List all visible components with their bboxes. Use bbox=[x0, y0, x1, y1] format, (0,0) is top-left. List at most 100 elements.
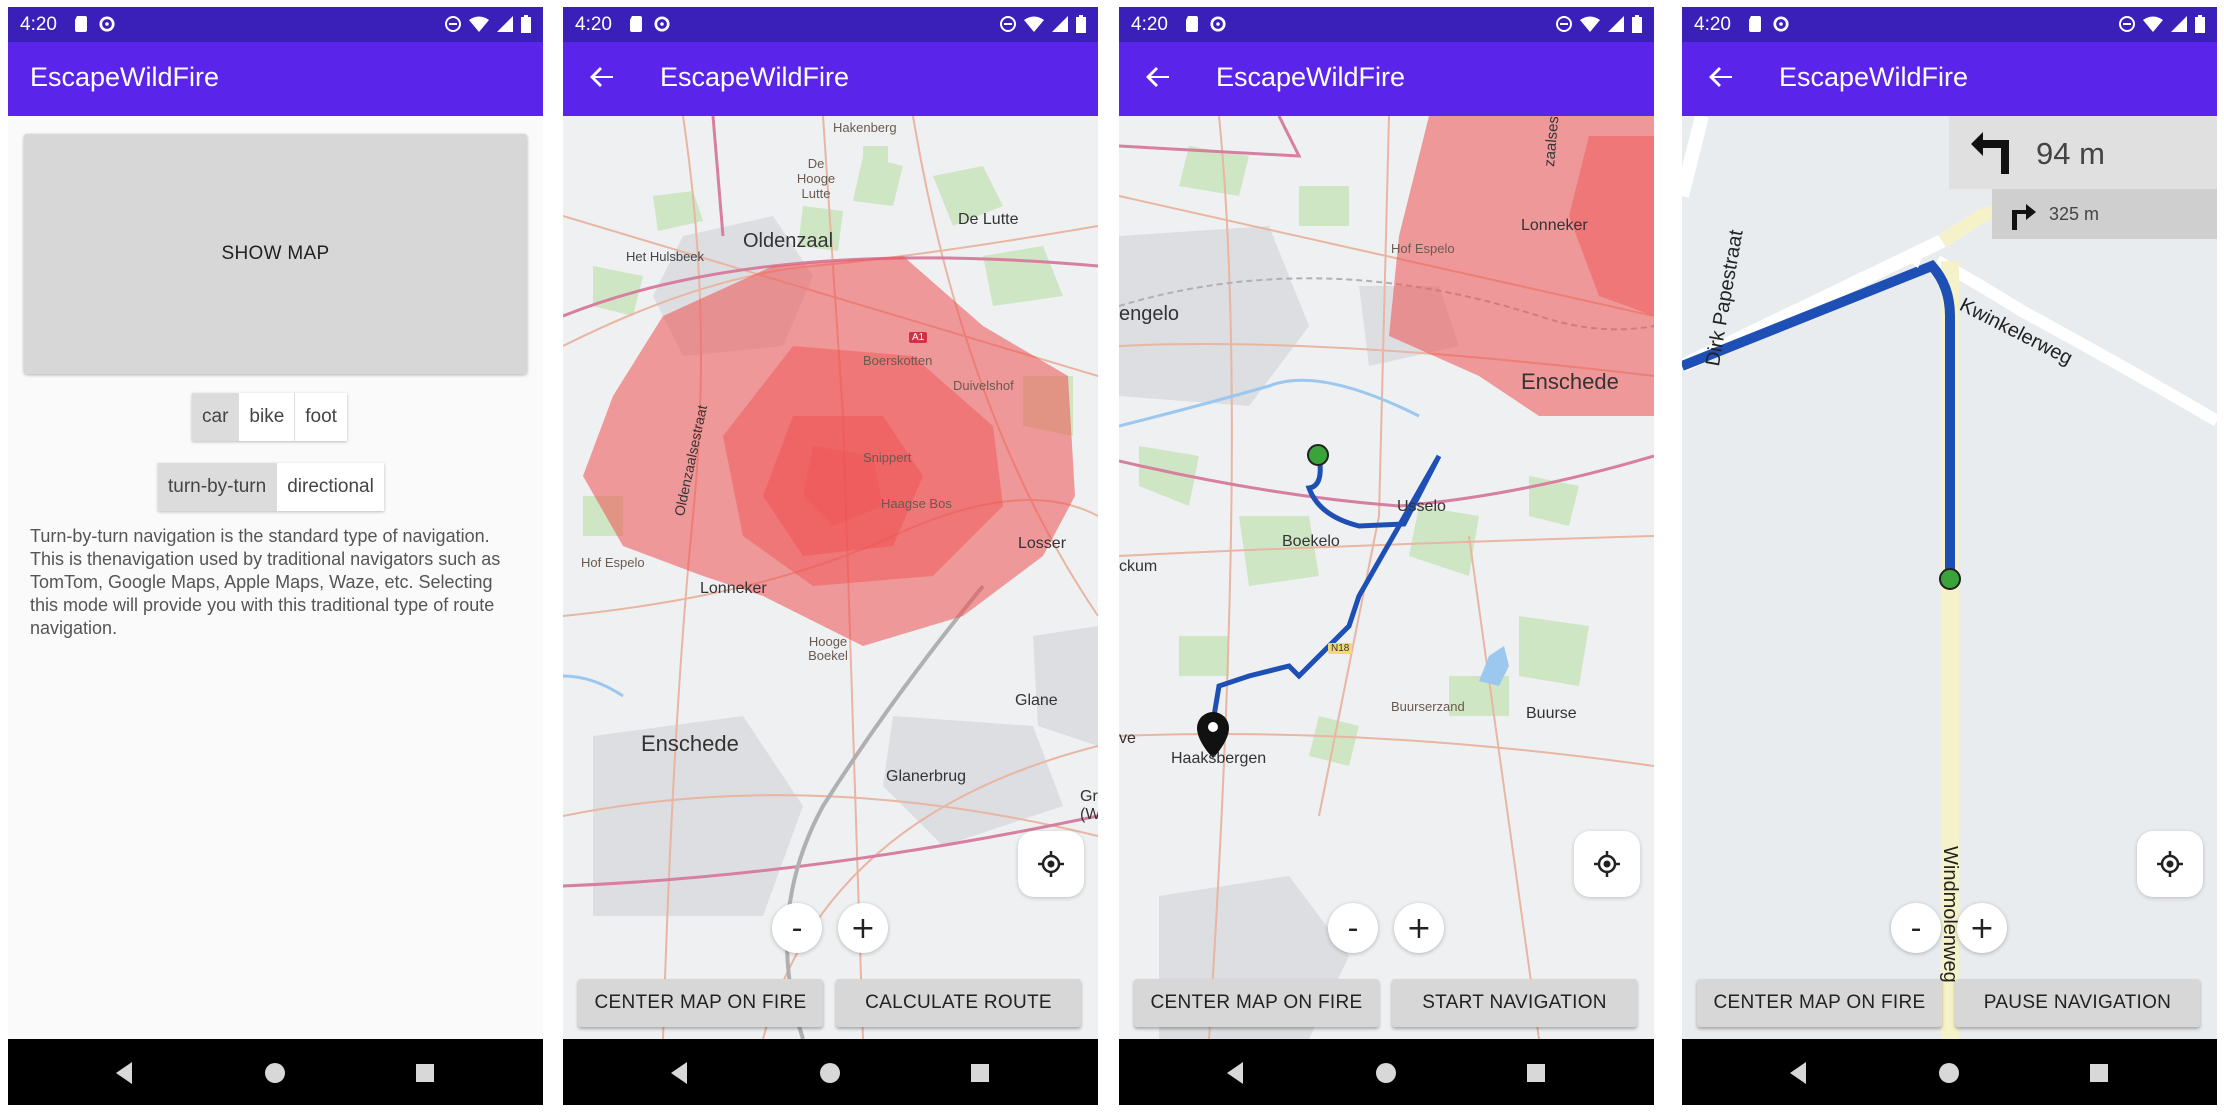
map-label-de-lutte: De Lutte bbox=[958, 211, 1019, 228]
zoom-in-button[interactable]: + bbox=[1957, 903, 2007, 953]
zoom-out-button[interactable]: - bbox=[772, 903, 822, 953]
do-not-disturb-icon bbox=[1556, 16, 1572, 32]
map-label-hengelo: engelo bbox=[1119, 303, 1180, 325]
data-saver-icon bbox=[1773, 16, 1789, 32]
app-title: EscapeWildFire bbox=[30, 62, 220, 92]
signal-icon bbox=[1608, 16, 1624, 32]
map-label-de-hooge-lutte: De Hooge Lutte bbox=[796, 156, 836, 201]
recents-nav-icon[interactable] bbox=[408, 1056, 442, 1090]
back-nav-icon[interactable] bbox=[1782, 1056, 1816, 1090]
map-label-hooge-boekel: Hooge Boekel bbox=[808, 634, 848, 663]
nav-directional-option[interactable]: directional bbox=[277, 463, 384, 511]
map-label-het-hulsbeek: Het Hulsbeek bbox=[626, 249, 705, 264]
status-bar: 4:20 bbox=[1119, 7, 1654, 42]
home-nav-icon[interactable] bbox=[813, 1056, 847, 1090]
back-arrow-icon[interactable] bbox=[587, 62, 617, 92]
system-nav-bar bbox=[1119, 1039, 1654, 1105]
recents-nav-icon[interactable] bbox=[963, 1056, 997, 1090]
current-position-marker bbox=[1939, 568, 1961, 590]
show-map-button[interactable]: SHOW MAP bbox=[24, 134, 527, 374]
pause-navigation-label: PAUSE NAVIGATION bbox=[1983, 992, 2172, 1013]
sd-card-icon bbox=[630, 16, 642, 32]
app-title: EscapeWildFire bbox=[1779, 62, 1969, 92]
center-map-on-fire-button[interactable]: CENTER MAP ON FIRE bbox=[1134, 979, 1379, 1027]
zoom-out-button[interactable]: - bbox=[1328, 903, 1378, 953]
pause-navigation-button[interactable]: PAUSE NAVIGATION bbox=[1955, 979, 2200, 1027]
home-nav-icon[interactable] bbox=[258, 1056, 292, 1090]
battery-icon bbox=[521, 15, 531, 33]
next-turn-panel: 94 m bbox=[1949, 116, 2217, 189]
phone-screen-settings: 4:20 EscapeWildFire SHOW MAP car bike fo… bbox=[8, 7, 543, 1105]
center-map-on-fire-label: CENTER MAP ON FIRE bbox=[1150, 992, 1363, 1013]
route-line bbox=[1211, 454, 1442, 717]
my-location-button[interactable] bbox=[2137, 831, 2203, 897]
my-location-button[interactable] bbox=[1574, 831, 1640, 897]
map-label-buurse: Buurse bbox=[1526, 705, 1577, 722]
route-start-marker bbox=[1307, 444, 1329, 466]
zoom-in-button[interactable]: + bbox=[838, 903, 888, 953]
map-label-hof-espelo: Hof Espelo bbox=[581, 555, 645, 570]
signal-icon bbox=[2171, 16, 2187, 32]
map-label-ckum: ckum bbox=[1119, 558, 1158, 575]
map-label-hakenberg: Hakenberg bbox=[833, 120, 897, 135]
recents-nav-icon[interactable] bbox=[2082, 1056, 2116, 1090]
map-label-boerskotten: Boerskotten bbox=[863, 353, 933, 368]
map-label-gronau: Gr (Wes bbox=[1080, 788, 1098, 823]
sd-card-icon bbox=[1749, 16, 1761, 32]
map-river bbox=[563, 674, 624, 698]
phone-screen-navigation: 4:20 EscapeWildFire 94 m 325 m Dirk Pape… bbox=[1682, 7, 2217, 1105]
home-nav-icon[interactable] bbox=[1369, 1056, 1403, 1090]
zoom-in-button[interactable]: + bbox=[1394, 903, 1444, 953]
transport-foot-option[interactable]: foot bbox=[295, 393, 347, 441]
map-label-usselo: Usselo bbox=[1397, 498, 1446, 515]
app-title: EscapeWildFire bbox=[660, 62, 850, 92]
back-nav-icon[interactable] bbox=[1219, 1056, 1253, 1090]
map-label-hof-espelo: Hof Espelo bbox=[1391, 241, 1455, 256]
do-not-disturb-icon bbox=[2119, 16, 2135, 32]
map-label-buurserzand: Buurserzand bbox=[1391, 699, 1465, 714]
back-arrow-icon[interactable] bbox=[1706, 62, 1736, 92]
battery-icon bbox=[1076, 15, 1086, 33]
home-nav-icon[interactable] bbox=[1932, 1056, 1966, 1090]
map-label-enschede: Enschede bbox=[1521, 369, 1619, 394]
back-nav-icon[interactable] bbox=[108, 1056, 142, 1090]
calculate-route-button[interactable]: CALCULATE ROUTE bbox=[836, 979, 1081, 1027]
crosshair-icon bbox=[1038, 851, 1064, 877]
center-map-on-fire-button[interactable]: CENTER MAP ON FIRE bbox=[1697, 979, 1942, 1027]
map-view[interactable]: 94 m 325 m Dirk Papestraat Kwinkelerweg … bbox=[1682, 116, 2217, 1039]
status-time: 4:20 bbox=[575, 14, 612, 35]
map-label-glane: Glane bbox=[1015, 692, 1058, 709]
map-label-lonneker: Lonneker bbox=[700, 580, 767, 597]
nav-turn-by-turn-option[interactable]: turn-by-turn bbox=[158, 463, 278, 511]
transport-car-option[interactable]: car bbox=[192, 393, 240, 441]
map-view[interactable]: zaalsestraat Lonneker Hof Espelo engelo … bbox=[1119, 116, 1654, 1039]
do-not-disturb-icon bbox=[1000, 16, 1016, 32]
status-bar: 4:20 bbox=[563, 7, 1098, 42]
my-location-button[interactable] bbox=[1018, 831, 1084, 897]
map-label-lonneker: Lonneker bbox=[1521, 217, 1588, 234]
next-turn-distance: 94 m bbox=[2036, 136, 2105, 171]
phone-screen-route-map: 4:20 EscapeWildFire zaalsestraat Lonneke… bbox=[1119, 7, 1654, 1105]
data-saver-icon bbox=[99, 16, 115, 32]
signal-icon bbox=[1052, 16, 1068, 32]
recents-nav-icon[interactable] bbox=[1519, 1056, 1553, 1090]
map-label-duivelshof: Duivelshof bbox=[953, 378, 1014, 393]
data-saver-icon bbox=[654, 16, 670, 32]
back-nav-icon[interactable] bbox=[663, 1056, 697, 1090]
back-arrow-icon[interactable] bbox=[1143, 62, 1173, 92]
status-time: 4:20 bbox=[1694, 14, 1731, 35]
show-map-label: SHOW MAP bbox=[221, 243, 330, 264]
map-label-glanerbrug: Glanerbrug bbox=[886, 768, 967, 785]
map-canvas bbox=[1119, 116, 1654, 1039]
start-navigation-button[interactable]: START NAVIGATION bbox=[1392, 979, 1637, 1027]
map-label-snippert: Snippert bbox=[863, 450, 912, 465]
zoom-out-button[interactable]: - bbox=[1891, 903, 1941, 953]
map-view[interactable]: Hakenberg De Hooge Lutte De Lutte Oldenz… bbox=[563, 116, 1098, 1039]
crosshair-icon bbox=[1594, 851, 1620, 877]
fire-zone bbox=[583, 256, 1075, 646]
transport-bike-option[interactable]: bike bbox=[239, 393, 296, 441]
navigation-mode-description: Turn-by-turn navigation is the standard … bbox=[30, 526, 501, 638]
wifi-icon bbox=[2143, 16, 2163, 32]
center-map-on-fire-button[interactable]: CENTER MAP ON FIRE bbox=[578, 979, 823, 1027]
then-turn-panel: 325 m bbox=[1992, 189, 2217, 239]
